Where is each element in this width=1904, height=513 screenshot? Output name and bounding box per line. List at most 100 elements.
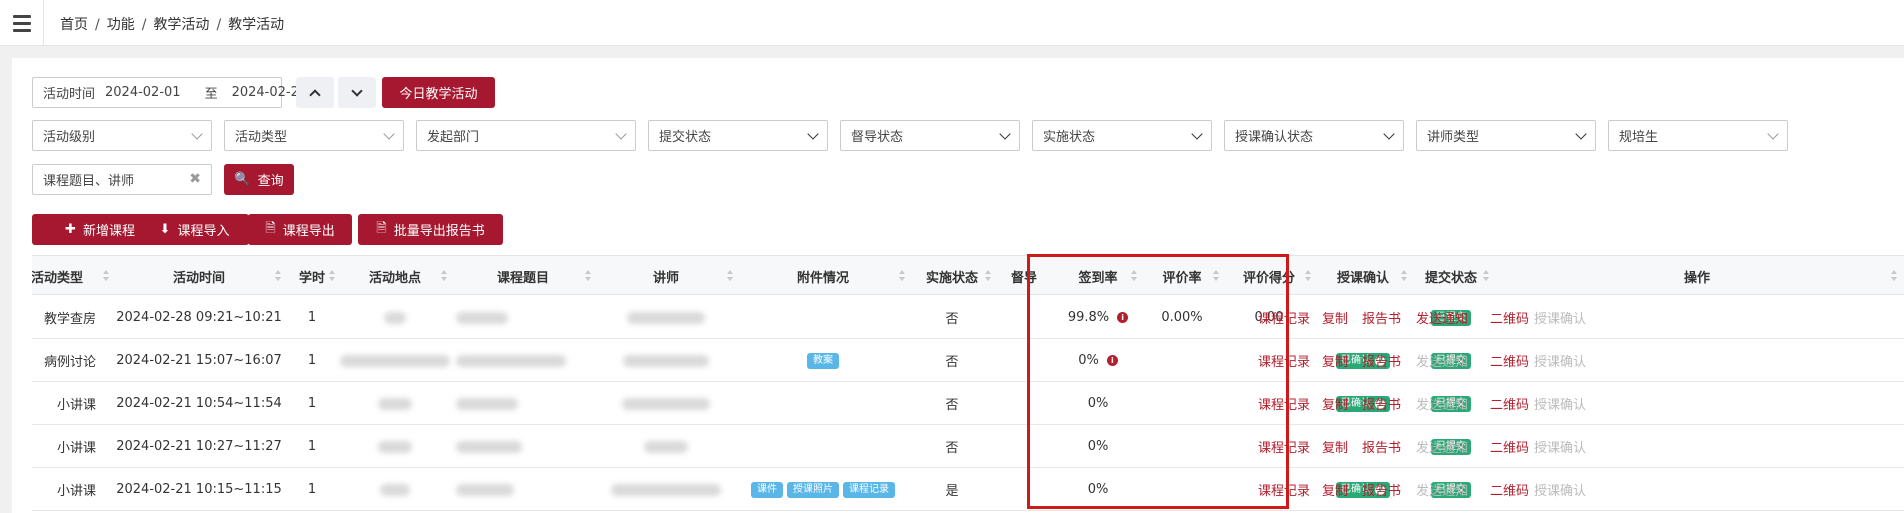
attachment-tag[interactable]: 课程记录 <box>843 481 895 498</box>
table-row: 病例讨论 2024-02-21 15:07~16:07 1 教案否 0% i 已确认 i 已提交… <box>32 339 1904 382</box>
date-to: 至 <box>204 87 218 102</box>
info-icon[interactable]: i <box>1117 312 1129 323</box>
action-send-notice[interactable]: 发送通知 <box>1416 437 1468 456</box>
col-attachments[interactable]: 附件情况 <box>738 256 908 296</box>
col-course-title[interactable]: 课程题目 <box>452 256 594 296</box>
query-button[interactable]: 🔍 查询 <box>224 164 294 195</box>
action-teaching-confirm[interactable]: 授课确认 <box>1534 437 1586 456</box>
action-copy[interactable]: 复制 <box>1322 351 1348 370</box>
batch-export-report-button[interactable]: 🗎 批量导出报告书 <box>358 214 503 245</box>
select-confirm-status[interactable]: 授课确认状态 <box>1224 120 1404 151</box>
select-submit-status[interactable]: 提交状态 <box>648 120 828 151</box>
expand-down-button[interactable] <box>338 77 376 108</box>
cell-lecturer-redacted <box>644 440 688 453</box>
action-send-notice[interactable]: 发送通知 <box>1416 394 1468 413</box>
action-teaching-confirm[interactable]: 授课确认 <box>1534 394 1586 413</box>
date-range-field[interactable]: 活动时间 2024-02-01 至 2024-02-29 <box>32 77 307 108</box>
action-copy[interactable]: 复制 <box>1322 394 1348 413</box>
action-copy[interactable]: 复制 <box>1322 437 1348 456</box>
select-lecturer-type[interactable]: 讲师类型 <box>1416 120 1596 151</box>
select-activity-type[interactable]: 活动类型 <box>224 120 404 151</box>
attachment-tag[interactable]: 授课照片 <box>787 481 839 498</box>
breadcrumb-teaching[interactable]: 教学活动 <box>153 17 209 33</box>
action-report[interactable]: 报告书 <box>1362 308 1401 327</box>
col-activity-type[interactable]: 活动类型 <box>32 256 112 296</box>
clear-icon[interactable]: ✖ <box>189 171 201 187</box>
action-course-record[interactable]: 课程记录 <box>1258 394 1310 413</box>
col-supervise[interactable]: 督导 <box>996 256 1052 296</box>
col-submit-status[interactable]: 提交状态 <box>1410 256 1492 296</box>
action-copy[interactable]: 复制 <box>1322 480 1348 499</box>
search-icon: 🔍 <box>234 172 251 187</box>
cell-activity-time: 2024-02-21 10:15~11:15 <box>116 482 282 497</box>
select-trainee[interactable]: 规培生 <box>1608 120 1788 151</box>
action-report[interactable]: 报告书 <box>1362 437 1401 456</box>
breadcrumb-function[interactable]: 功能 <box>107 17 135 33</box>
col-eval-score[interactable]: 评价得分 <box>1224 256 1314 296</box>
action-teaching-confirm[interactable]: 授课确认 <box>1534 308 1586 327</box>
cell-title-redacted <box>456 354 566 367</box>
col-activity-time[interactable]: 活动时间 <box>114 256 284 296</box>
action-course-record[interactable]: 课程记录 <box>1258 308 1310 327</box>
col-signin-rate[interactable]: 签到率 <box>1056 256 1140 296</box>
today-activity-button[interactable]: 今日教学活动 <box>382 77 495 108</box>
cell-implement-status: 否 <box>945 441 959 456</box>
col-implement-status[interactable]: 实施状态 <box>910 256 994 296</box>
action-send-notice[interactable]: 发送通知 <box>1416 308 1468 327</box>
sort-icon <box>1305 270 1311 282</box>
cell-attachments: 教案 <box>738 339 908 382</box>
action-qrcode[interactable]: 二维码 <box>1490 351 1529 370</box>
chevron-down-icon <box>1383 128 1395 140</box>
import-course-button[interactable]: ⬇ 课程导入 <box>140 214 249 245</box>
attachment-tag[interactable]: 教案 <box>807 352 839 369</box>
col-hours[interactable]: 学时 <box>286 256 338 296</box>
action-report[interactable]: 报告书 <box>1362 394 1401 413</box>
action-copy[interactable]: 复制 <box>1322 308 1348 327</box>
collapse-up-button[interactable] <box>296 77 334 108</box>
cell-location-redacted <box>340 354 450 367</box>
cell-title-redacted <box>456 483 514 496</box>
breadcrumb-home[interactable]: 首页 <box>60 17 88 33</box>
info-icon[interactable]: i <box>1106 355 1118 366</box>
cell-location-redacted <box>378 397 412 410</box>
action-qrcode[interactable]: 二维码 <box>1490 437 1529 456</box>
action-send-notice[interactable]: 发送通知 <box>1416 480 1468 499</box>
select-department[interactable]: 发起部门 <box>416 120 636 151</box>
action-report[interactable]: 报告书 <box>1362 351 1401 370</box>
action-course-record[interactable]: 课程记录 <box>1258 437 1310 456</box>
action-qrcode[interactable]: 二维码 <box>1490 480 1529 499</box>
cell-title-redacted <box>456 397 518 410</box>
select-supervise-status[interactable]: 督导状态 <box>840 120 1020 151</box>
action-send-notice[interactable]: 发送通知 <box>1416 351 1468 370</box>
cell-eval-rate: 0.00% <box>1161 310 1203 325</box>
action-course-record[interactable]: 课程记录 <box>1258 351 1310 370</box>
export-course-button[interactable]: 🗎 课程导出 <box>248 214 352 245</box>
menu-toggle-icon[interactable] <box>0 0 44 46</box>
action-teaching-confirm[interactable]: 授课确认 <box>1534 351 1586 370</box>
action-report[interactable]: 报告书 <box>1362 480 1401 499</box>
cell-location-redacted <box>378 440 412 453</box>
col-eval-rate[interactable]: 评价率 <box>1142 256 1222 296</box>
action-qrcode[interactable]: 二维码 <box>1490 308 1529 327</box>
attachment-tag[interactable]: 课件 <box>751 481 783 498</box>
select-implement-status[interactable]: 实施状态 <box>1032 120 1212 151</box>
col-confirm[interactable]: 授课确认 <box>1316 256 1410 296</box>
sort-icon <box>103 270 109 282</box>
cell-location-redacted <box>380 483 410 496</box>
cell-attachments <box>738 296 908 339</box>
action-teaching-confirm[interactable]: 授课确认 <box>1534 480 1586 499</box>
col-lecturer[interactable]: 讲师 <box>596 256 736 296</box>
select-activity-level[interactable]: 活动级别 <box>32 120 212 151</box>
chevron-down-icon <box>383 128 395 140</box>
chevron-down-icon <box>1575 128 1587 140</box>
col-location[interactable]: 活动地点 <box>340 256 450 296</box>
cell-activity-type: 小讲课 <box>56 441 96 456</box>
action-course-record[interactable]: 课程记录 <box>1258 480 1310 499</box>
date-start[interactable]: 2024-02-01 <box>105 85 181 100</box>
action-qrcode[interactable]: 二维码 <box>1490 394 1529 413</box>
cell-attachments: 课件 授课照片 课程记录 <box>738 468 908 511</box>
table-header: 活动类型 活动时间 学时 活动地点 课程题目 讲师 附件情况 实施状态 督导 签… <box>32 255 1904 295</box>
cell-activity-time: 2024-02-28 09:21~10:21 <box>116 310 282 325</box>
search-input[interactable]: 课程题目、讲师 ✖ <box>32 164 212 195</box>
file-export-icon: 🗎 <box>376 220 387 236</box>
